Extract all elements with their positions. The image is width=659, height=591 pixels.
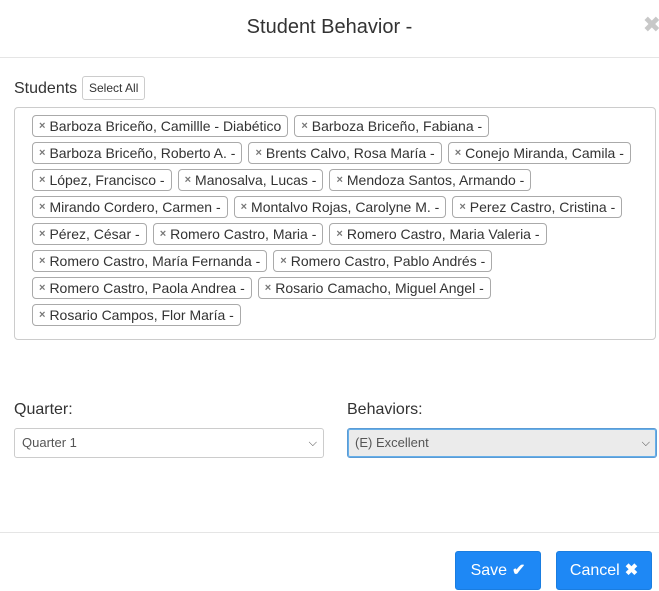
remove-tag-icon[interactable]: × <box>301 116 307 136</box>
student-tag-label: Montalvo Rojas, Carolyne M. - <box>251 199 440 215</box>
remove-tag-icon[interactable]: × <box>39 305 45 325</box>
student-tag: × Romero Castro, Maria - <box>152 223 324 245</box>
student-tag: × Mendoza Santos, Armando - <box>329 169 532 191</box>
remove-tag-icon[interactable]: × <box>185 170 191 190</box>
remove-tag-icon[interactable]: × <box>39 224 45 244</box>
student-tag-label: Barboza Briceño, Fabiana - <box>311 118 483 134</box>
student-tag: × Rosario Campos, Flor María - <box>32 304 241 326</box>
student-tag: × Mirando Cordero, Carmen - <box>32 196 228 218</box>
student-tag: × Barboza Briceño, Fabiana - <box>294 115 490 137</box>
remove-tag-icon[interactable]: × <box>241 197 247 217</box>
remove-tag-icon[interactable]: × <box>39 170 45 190</box>
behaviors-select[interactable]: (E) Excellent ⌵ <box>347 428 657 458</box>
remove-tag-icon[interactable]: × <box>336 170 342 190</box>
student-tag: × López, Francisco - <box>32 169 172 191</box>
student-tag: × Manosalva, Lucas - <box>177 169 324 191</box>
remove-tag-icon[interactable]: × <box>39 116 45 136</box>
modal-header: Student Behavior - ✖ <box>0 0 659 58</box>
student-tag: × Rosario Camacho, Miguel Angel - <box>257 277 491 299</box>
student-tag-label: Barboza Briceño, Camillle - Diabético <box>49 118 282 134</box>
student-tag-label: Rosario Camacho, Miguel Angel - <box>275 280 484 296</box>
chevron-down-icon: ⌵ <box>641 437 650 449</box>
student-tag: × Barboza Briceño, Camillle - Diabético <box>32 115 289 137</box>
student-tag-label: Romero Castro, Maria - <box>170 226 317 242</box>
student-tag-label: Perez Castro, Cristina - <box>469 199 616 215</box>
selected-students-list: × Barboza Briceño, Camillle - Diabético × B… <box>32 115 649 326</box>
student-tag: × Pérez, César - <box>32 223 147 245</box>
student-tag-label: Pérez, César - <box>49 226 140 242</box>
students-multiselect[interactable]: × Barboza Briceño, Camillle - Diabético × B… <box>14 107 656 340</box>
student-tag-label: Mendoza Santos, Armando - <box>346 172 525 188</box>
cancel-button[interactable]: Cancel ✖ <box>556 551 652 590</box>
chevron-down-icon: ⌵ <box>308 437 317 449</box>
quarter-label: Quarter: <box>14 401 73 418</box>
student-tag-label: Conejo Miranda, Camila - <box>465 145 624 161</box>
student-tag-label: Mirando Cordero, Carmen - <box>49 199 221 215</box>
modal-title: Student Behavior - <box>246 16 413 38</box>
remove-tag-icon[interactable]: × <box>39 197 45 217</box>
student-tag-label: Romero Castro, Pablo Andrés - <box>290 253 486 269</box>
remove-tag-icon[interactable]: × <box>280 251 286 271</box>
student-tag-label: Rosario Campos, Flor María - <box>49 307 234 323</box>
student-tag: × Romero Castro, Pablo Andrés - <box>273 250 493 272</box>
student-tag: × Conejo Miranda, Camila - <box>447 142 631 164</box>
remove-tag-icon[interactable]: × <box>39 143 45 163</box>
check-icon: ✔ <box>512 562 526 579</box>
remove-tag-icon[interactable]: × <box>160 224 166 244</box>
student-tag-label: Romero Castro, Maria Valeria - <box>346 226 540 242</box>
student-tag: × Brents Calvo, Rosa María - <box>248 142 442 164</box>
cancel-button-label: Cancel <box>569 562 620 579</box>
student-tag: × Romero Castro, Maria Valeria - <box>329 223 547 245</box>
save-button-label: Save <box>470 562 508 579</box>
student-tag-label: Romero Castro, Paola Andrea - <box>49 280 245 296</box>
quarter-select-value: Quarter 1 <box>22 435 77 450</box>
remove-tag-icon[interactable]: × <box>39 278 45 298</box>
close-icon[interactable]: ✖ <box>643 14 659 36</box>
student-tag-label: Brents Calvo, Rosa María - <box>265 145 435 161</box>
select-all-button[interactable]: Select All <box>82 76 146 100</box>
behaviors-select-value: (E) Excellent <box>355 435 429 450</box>
modal-footer-divider <box>0 532 659 533</box>
remove-tag-icon[interactable]: × <box>39 251 45 271</box>
student-tag: × Romero Castro, María Fernanda - <box>32 250 268 272</box>
remove-tag-icon[interactable]: × <box>455 143 461 163</box>
remove-tag-icon[interactable]: × <box>255 143 261 163</box>
close-icon: ✖ <box>624 562 639 579</box>
student-tag-label: López, Francisco - <box>49 172 165 188</box>
student-tag: × Perez Castro, Cristina - <box>452 196 623 218</box>
students-label: Students <box>14 80 78 97</box>
student-tag-label: Manosalva, Lucas - <box>195 172 317 188</box>
save-button[interactable]: Save ✔ <box>455 551 541 590</box>
student-tag-label: Romero Castro, María Fernanda - <box>49 253 261 269</box>
behaviors-label: Behaviors: <box>347 401 423 418</box>
student-tag: × Barboza Briceño, Roberto A. - <box>32 142 243 164</box>
quarter-select[interactable]: Quarter 1 ⌵ <box>14 428 324 458</box>
student-tag: × Montalvo Rojas, Carolyne M. - <box>233 196 447 218</box>
student-tag: × Romero Castro, Paola Andrea - <box>32 277 252 299</box>
remove-tag-icon[interactable]: × <box>336 224 342 244</box>
remove-tag-icon[interactable]: × <box>265 278 271 298</box>
student-tag-label: Barboza Briceño, Roberto A. - <box>49 145 236 161</box>
remove-tag-icon[interactable]: × <box>459 197 465 217</box>
